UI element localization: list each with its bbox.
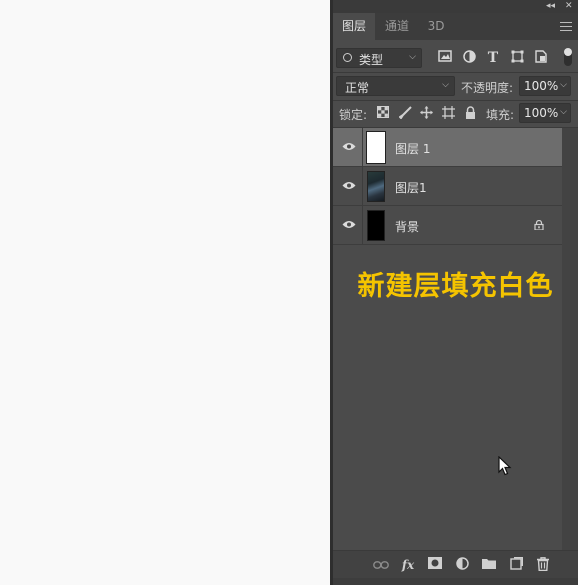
chevron-down-icon: ⌵ [409, 52, 416, 62]
opacity-field[interactable]: 100% ⌵ [519, 76, 571, 96]
layer-filter-label: 类型 [359, 53, 384, 67]
shape-filter-icon[interactable] [509, 50, 525, 66]
adjustment-filter-icon[interactable] [461, 50, 477, 66]
panel-menu-icon[interactable] [560, 19, 572, 33]
blend-mode-value: 正常 [345, 81, 370, 95]
layer-name[interactable]: 背景 [395, 218, 419, 235]
panel-tabs: 图层 通道 3D [333, 13, 578, 40]
layer-filter-select[interactable]: 类型 ⌵ [336, 48, 422, 68]
filter-toggle[interactable] [564, 48, 572, 66]
divider [333, 72, 578, 73]
divider [362, 206, 363, 245]
fill-label: 填充: [486, 108, 515, 122]
tab-layers[interactable]: 图层 [333, 13, 375, 40]
layers-list: 图层 1 图层1 背景 [333, 128, 562, 245]
layer-thumbnail[interactable] [366, 131, 386, 164]
lock-image-pixels-icon[interactable] [397, 106, 412, 120]
panel-resize-handle[interactable] [333, 578, 578, 585]
document-canvas[interactable] [0, 0, 330, 585]
fx-icon[interactable]: fx [400, 557, 416, 573]
lock-position-icon[interactable] [419, 106, 433, 120]
fill-field[interactable]: 100% ⌵ [519, 103, 571, 123]
adjustment-layer-icon[interactable] [454, 557, 470, 573]
delete-layer-icon[interactable] [535, 557, 551, 573]
mouse-cursor-icon [498, 456, 512, 476]
opacity-value: 100% [524, 79, 559, 93]
layers-panel: ◂◂ ✕ 图层 通道 3D 类型 ⌵ T 正常 ⌵ 不透明度: 100% ⌵ 锁… [333, 0, 578, 585]
add-mask-icon[interactable] [427, 557, 443, 573]
opacity-label: 不透明度: [461, 81, 514, 95]
visibility-eye-icon[interactable] [342, 220, 356, 229]
layer-row[interactable]: 背景 [333, 206, 562, 245]
collapse-panel-icon[interactable]: ◂◂ [546, 0, 555, 13]
lock-artboard-icon[interactable] [441, 106, 455, 120]
smart-object-filter-icon[interactable] [533, 50, 549, 66]
chevron-down-icon: ⌵ [442, 80, 449, 90]
layer-thumbnail[interactable] [367, 171, 385, 202]
chevron-down-icon[interactable]: ⌵ [560, 80, 567, 90]
divider [333, 100, 578, 101]
image-filter-icon[interactable] [437, 50, 453, 66]
layer-row[interactable]: 图层1 [333, 167, 562, 206]
layers-scrollbar[interactable] [562, 128, 578, 550]
close-panel-icon[interactable]: ✕ [565, 0, 573, 13]
lock-icon [534, 220, 544, 230]
divider [362, 167, 363, 206]
tab-channels[interactable]: 通道 [377, 13, 417, 40]
layer-thumbnail[interactable] [367, 210, 385, 241]
divider [362, 128, 363, 167]
search-icon [343, 53, 352, 62]
visibility-eye-icon[interactable] [342, 142, 356, 151]
new-group-icon[interactable] [481, 557, 497, 573]
blend-mode-select[interactable]: 正常 ⌵ [336, 76, 455, 96]
panel-title-bar: ◂◂ ✕ [333, 0, 578, 13]
new-layer-icon[interactable] [508, 557, 524, 573]
chevron-down-icon[interactable]: ⌵ [560, 107, 567, 117]
layers-bottom-toolbar: fx [333, 550, 578, 579]
visibility-eye-icon[interactable] [342, 181, 356, 190]
fill-value: 100% [524, 106, 559, 120]
lock-label: 锁定: [339, 108, 368, 122]
layer-row-selected[interactable]: 图层 1 [333, 128, 562, 167]
caption-text: 新建层填充白色 [357, 271, 554, 302]
lock-transparent-pixels-icon[interactable] [376, 106, 390, 120]
layer-name[interactable]: 图层1 [395, 179, 427, 196]
layer-name[interactable]: 图层 1 [395, 140, 430, 157]
type-filter-icon[interactable]: T [485, 50, 501, 66]
lock-all-icon[interactable] [463, 106, 477, 120]
link-layers-icon[interactable] [373, 557, 389, 573]
tab-3d[interactable]: 3D [419, 13, 453, 40]
